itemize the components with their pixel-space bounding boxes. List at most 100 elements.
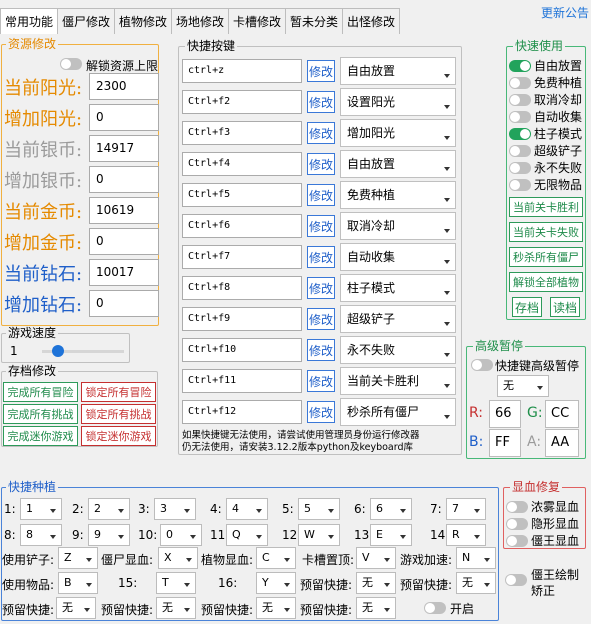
hotkey-action-select-9[interactable]: 超级铲子 [340,305,456,333]
quick-plant-r3-3-select[interactable]: C [256,547,296,569]
quick-plant-r3-5-select[interactable]: N [456,547,496,569]
save-game-button[interactable]: 存档 [512,297,542,317]
advanced-pause-hotkey-toggle[interactable] [471,359,493,371]
quick-use-item-6[interactable]: 超级铲子 [509,142,582,159]
hotkey-edit-button-8[interactable]: 修改 [307,277,335,299]
quick-use-toggle-4[interactable] [509,110,531,123]
hotkey-input-1[interactable]: ctrl+z [182,59,302,83]
blood-fix-toggle-1[interactable] [506,500,528,513]
quick-use-toggle-1[interactable] [509,59,531,72]
hotkey-action-select-1[interactable]: 自由放置 [340,57,456,85]
alpha-value-input[interactable]: AA [545,429,579,457]
zombie-king-correction-toggle[interactable] [505,574,527,586]
quick-plant-slot-14-select[interactable]: R [446,524,486,546]
quick-plant-slot-8-select[interactable]: 8 [20,524,62,546]
hotkey-edit-button-3[interactable]: 修改 [307,122,335,144]
quick-plant-slot-3-select[interactable]: 3 [154,498,196,520]
game-speed-slider-track[interactable] [42,345,124,357]
quick-use-toggle-3[interactable] [509,93,531,106]
quick-plant-r4-4-select[interactable]: 无 [356,572,396,594]
quick-use-item-2[interactable]: 免费种植 [509,74,582,91]
quick-use-toggle-7[interactable] [509,161,531,174]
quick-plant-r5-2-select[interactable]: 无 [156,597,196,619]
hotkey-edit-button-4[interactable]: 修改 [307,153,335,175]
resource-input-4[interactable]: 0 [89,166,159,193]
quick-plant-slot-9-select[interactable]: 9 [88,524,130,546]
hotkey-action-select-5[interactable]: 免费种植 [340,181,456,209]
resource-input-7[interactable]: 10017 [89,259,159,286]
quick-use-item-4[interactable]: 自动收集 [509,108,582,125]
hotkey-edit-button-1[interactable]: 修改 [307,60,335,82]
quick-plant-slot-5-select[interactable]: 5 [298,498,340,520]
quick-plant-slot-13-select[interactable]: E [370,524,412,546]
hotkey-input-11[interactable]: Ctrl+f11 [182,369,302,393]
update-notice-link[interactable]: 更新公告 [541,4,589,21]
quick-use-toggle-5[interactable] [509,127,531,140]
save-lock-button-1[interactable]: 锁定所有冒险 [81,382,156,402]
tab-4[interactable]: 场地修改 [171,8,229,34]
hotkey-input-2[interactable]: Ctrl+f2 [182,90,302,114]
quick-plant-r4-2-select[interactable]: T [156,572,196,594]
hotkey-input-4[interactable]: Ctrl+f4 [182,152,302,176]
quick-action-button-2[interactable]: 当前关卡失败 [509,222,583,242]
advanced-pause-key-select[interactable]: 无 [497,375,549,397]
save-complete-button-3[interactable]: 完成迷你游戏 [3,426,78,446]
quick-plant-slot-4-select[interactable]: 4 [226,498,268,520]
red-value-input[interactable]: 66 [489,400,521,428]
hotkey-input-5[interactable]: Ctrl+f5 [182,183,302,207]
quick-plant-slot-10-select[interactable]: 0 [160,524,202,546]
quick-use-item-8[interactable]: 无限物品 [509,176,582,193]
quick-action-button-3[interactable]: 秒杀所有僵尸 [509,247,583,267]
quick-use-item-5[interactable]: 柱子模式 [509,125,582,142]
save-complete-button-1[interactable]: 完成所有冒险 [3,382,78,402]
hotkey-action-select-10[interactable]: 永不失败 [340,336,456,364]
hotkey-edit-button-5[interactable]: 修改 [307,184,335,206]
hotkey-action-select-4[interactable]: 自由放置 [340,150,456,178]
quick-action-button-1[interactable]: 当前关卡胜利 [509,197,583,217]
hotkey-edit-button-12[interactable]: 修改 [307,401,335,423]
hotkey-action-select-2[interactable]: 设置阳光 [340,88,456,116]
blood-fix-item-2[interactable]: 隐形显血 [506,515,579,532]
tab-1[interactable]: 常用功能 [0,8,58,34]
tab-5[interactable]: 卡槽修改 [228,8,286,34]
resource-input-2[interactable]: 0 [89,104,159,131]
blood-fix-toggle-2[interactable] [506,517,528,530]
save-lock-button-2[interactable]: 锁定所有挑战 [81,404,156,424]
hotkey-action-select-11[interactable]: 当前关卡胜利 [340,367,456,395]
tab-6[interactable]: 暂未分类 [285,8,343,34]
quick-plant-slot-11-select[interactable]: Q [226,524,268,546]
resource-input-3[interactable]: 14917 [89,135,159,162]
hotkey-action-select-7[interactable]: 自动收集 [340,243,456,271]
quick-plant-r3-2-select[interactable]: X [158,547,198,569]
quick-use-item-3[interactable]: 取消冷却 [509,91,582,108]
hotkey-action-select-12[interactable]: 秒杀所有僵尸 [340,398,456,426]
hotkey-edit-button-10[interactable]: 修改 [307,339,335,361]
hotkey-input-9[interactable]: Ctrl+f9 [182,307,302,331]
resource-input-6[interactable]: 0 [89,228,159,255]
quick-use-item-7[interactable]: 永不失败 [509,159,582,176]
save-lock-button-3[interactable]: 锁定迷你游戏 [81,426,156,446]
quick-plant-slot-7-select[interactable]: 7 [446,498,486,520]
hotkey-input-12[interactable]: Ctrl+f12 [182,400,302,424]
resource-input-8[interactable]: 0 [89,290,159,317]
quick-plant-enable-toggle[interactable] [424,602,446,614]
tab-7[interactable]: 出怪修改 [342,8,400,34]
load-game-button[interactable]: 读档 [550,297,580,317]
hotkey-input-6[interactable]: Ctrl+f6 [182,214,302,238]
quick-plant-r4-1-select[interactable]: B [58,572,98,594]
quick-plant-slot-2-select[interactable]: 2 [88,498,130,520]
green-value-input[interactable]: CC [545,400,579,428]
blue-value-input[interactable]: FF [489,429,521,457]
quick-plant-r3-1-select[interactable]: Z [58,547,98,569]
hotkey-action-select-3[interactable]: 增加阳光 [340,119,456,147]
hotkey-action-select-6[interactable]: 取消冷却 [340,212,456,240]
game-speed-slider-thumb[interactable] [52,345,65,357]
quick-plant-slot-12-select[interactable]: W [298,524,340,546]
hotkey-edit-button-2[interactable]: 修改 [307,91,335,113]
quick-plant-slot-1-select[interactable]: 1 [20,498,62,520]
hotkey-edit-button-7[interactable]: 修改 [307,246,335,268]
resource-input-1[interactable]: 2300 [89,73,159,100]
quick-plant-r5-4-select[interactable]: 无 [356,597,396,619]
blood-fix-item-3[interactable]: 僵王显血 [506,532,579,549]
tab-2[interactable]: 僵尸修改 [57,8,115,34]
